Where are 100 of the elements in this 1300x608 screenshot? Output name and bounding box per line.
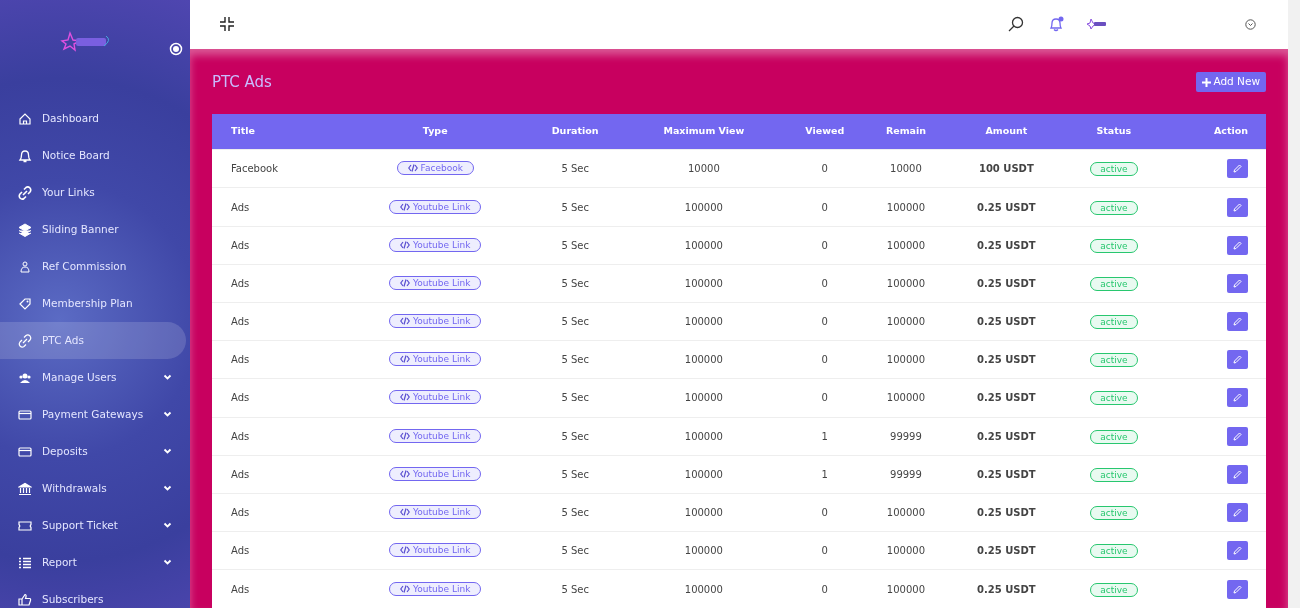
table-cell: 100000 — [886, 239, 926, 251]
type-badge: Youtube Link — [389, 390, 482, 405]
table-cell: Ads — [231, 277, 250, 289]
chevron-down-icon — [163, 559, 172, 566]
toggle-icon[interactable] — [169, 42, 183, 56]
code-icon — [400, 202, 411, 211]
sidebar-item[interactable]: Dashboard — [0, 100, 186, 137]
tag-icon — [18, 296, 32, 311]
table-cell: 5 Sec — [561, 316, 589, 328]
sidebar-item[interactable]: Manage Users — [0, 359, 186, 396]
table-cell: Ads — [231, 430, 250, 442]
table-cell: 10000 — [687, 163, 720, 175]
type-badge: Youtube Link — [389, 466, 482, 481]
card-icon — [18, 444, 32, 459]
code-icon — [400, 584, 411, 593]
status-badge: active — [1090, 162, 1138, 177]
table-cell: 100000 — [886, 201, 926, 213]
card-icon — [18, 407, 32, 422]
search-icon[interactable] — [1008, 16, 1024, 33]
layers-icon — [18, 222, 32, 237]
edit-button[interactable] — [1227, 235, 1248, 255]
table-cell: 100000 — [886, 583, 926, 595]
table-cell: Ads — [231, 468, 250, 480]
code-icon — [400, 469, 411, 478]
type-badge: Youtube Link — [389, 275, 482, 290]
table-cell: 0.25 USDT — [977, 583, 1036, 595]
table-cell: 99999 — [890, 468, 922, 480]
status-badge: active — [1090, 315, 1138, 330]
pencil-icon — [1233, 317, 1242, 327]
table-cell: 0 — [821, 354, 828, 366]
edit-button[interactable] — [1227, 350, 1248, 370]
sidebar-item[interactable]: Notice Board — [0, 137, 186, 174]
edit-button[interactable] — [1227, 426, 1248, 446]
table-cell: 5 Sec — [561, 545, 589, 557]
sidebar-item[interactable]: Your Links — [0, 174, 186, 211]
table-cell: 0.25 USDT — [977, 430, 1036, 442]
table-cell: 0.25 USDT — [977, 201, 1036, 213]
code-icon — [400, 431, 411, 440]
column-header: Status — [1065, 113, 1163, 150]
table-cell: Ads — [231, 316, 250, 328]
sidebar-item[interactable]: Membership Plan — [0, 285, 186, 322]
table-cell: 100000 — [886, 392, 926, 404]
edit-button[interactable] — [1227, 503, 1248, 523]
pencil-icon — [1233, 584, 1242, 594]
table-cell: 0.25 USDT — [977, 468, 1036, 480]
sidebar-item[interactable]: Sliding Banner — [0, 211, 186, 248]
table-cell: Ads — [231, 201, 250, 213]
table-cell: 0.25 USDT — [977, 239, 1036, 251]
table-cell: 100000 — [684, 354, 723, 366]
pencil-icon — [1233, 164, 1242, 174]
table-cell: 100000 — [684, 430, 723, 442]
sidebar-item[interactable]: Ref Commission — [0, 248, 186, 285]
table-cell: 100000 — [886, 507, 926, 519]
status-badge: active — [1090, 276, 1138, 291]
type-badge: Facebook — [396, 161, 474, 176]
status-badge: active — [1090, 353, 1138, 368]
code-icon — [400, 508, 411, 517]
edit-button[interactable] — [1227, 541, 1248, 561]
chevron-down-icon — [163, 448, 172, 455]
column-header: Type — [343, 113, 528, 150]
table-cell: Ads — [231, 392, 250, 404]
edit-button[interactable] — [1227, 159, 1248, 179]
plus-icon — [1202, 77, 1212, 87]
status-badge: active — [1090, 391, 1138, 406]
sidebar-item[interactable]: Payment Gateways — [0, 396, 186, 433]
table-cell: 0 — [821, 201, 828, 213]
sidebar-item[interactable]: Support Ticket — [0, 507, 186, 544]
pencil-icon — [1233, 240, 1242, 250]
column-header: Remain — [864, 113, 948, 150]
pencil-icon — [1233, 508, 1242, 518]
notification-icon[interactable] — [1048, 16, 1064, 33]
dropdown-icon[interactable] — [1245, 18, 1256, 30]
add-new-button[interactable]: Add New — [1196, 72, 1266, 93]
table-cell: 0 — [821, 316, 828, 328]
table-cell: 100000 — [684, 583, 723, 595]
table-cell: 100000 — [684, 468, 723, 480]
table-cell: 0.25 USDT — [977, 277, 1036, 289]
sidebar-item[interactable]: PTC Ads — [0, 322, 186, 359]
edit-button[interactable] — [1227, 312, 1248, 332]
status-badge: active — [1090, 544, 1138, 559]
sidebar-item[interactable]: Subscribers — [0, 581, 186, 608]
edit-button[interactable] — [1227, 273, 1248, 293]
edit-button[interactable] — [1227, 197, 1248, 217]
column-header: Viewed — [784, 113, 865, 150]
edit-button[interactable] — [1227, 388, 1248, 408]
sidebar-item[interactable]: Report — [0, 544, 186, 581]
collapse-icon[interactable] — [220, 17, 234, 32]
column-header: Action — [1162, 113, 1266, 150]
table-cell: 5 Sec — [561, 354, 589, 366]
edit-button[interactable] — [1227, 464, 1248, 484]
status-badge: active — [1090, 506, 1138, 521]
sidebar-item[interactable]: Withdrawals — [0, 470, 186, 507]
link-icon — [18, 333, 32, 348]
edit-button[interactable] — [1227, 579, 1248, 599]
chevron-down-icon — [163, 411, 172, 418]
table-cell: 100000 — [684, 316, 723, 328]
code-icon — [400, 317, 411, 326]
table-cell: 0.25 USDT — [977, 354, 1036, 366]
column-header: Maximum View — [622, 113, 785, 150]
sidebar-item[interactable]: Deposits — [0, 433, 186, 470]
